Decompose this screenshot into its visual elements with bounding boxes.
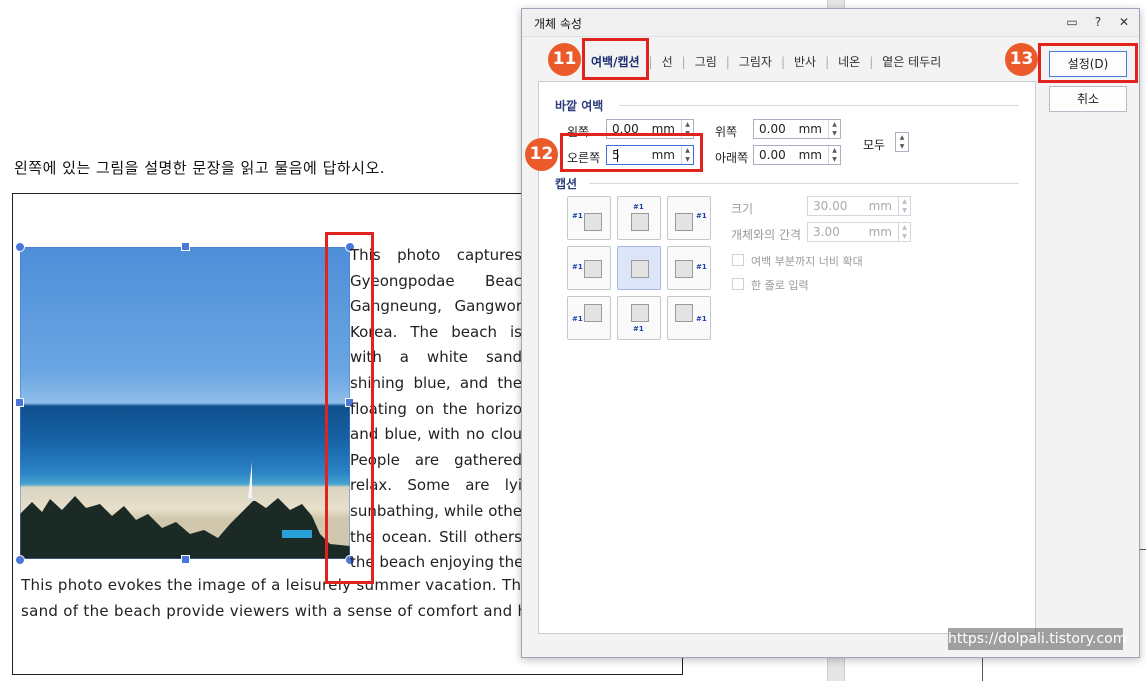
tab-neon[interactable]: 네온 xyxy=(831,53,867,70)
highlight-right-field xyxy=(560,133,703,172)
text-line: sunbathing, while othe xyxy=(350,501,522,520)
scrollbar-bottom-segment[interactable] xyxy=(827,657,845,681)
caption-heading: 캡션 xyxy=(555,177,578,191)
text-line: floating on the horizo xyxy=(350,399,522,418)
spin-arrows-icon[interactable]: ▲ ▼ xyxy=(898,223,910,241)
question-icon[interactable]: ? xyxy=(1091,14,1105,30)
tab-line[interactable]: 선 xyxy=(655,53,680,70)
caption-pos-middle-right[interactable]: #1 xyxy=(667,246,711,290)
tab-shadow[interactable]: 그림자 xyxy=(732,53,779,70)
extend-width-label: 여백 부분까지 너비 확대 xyxy=(751,255,863,268)
top-margin-spinner[interactable]: 0.00 mm ▲ ▼ xyxy=(753,119,841,139)
tab-divider: | xyxy=(825,54,830,69)
caption-gap-label: 개체와의 간격 xyxy=(731,228,802,242)
caption-pos-bottom-right[interactable]: #1 xyxy=(667,296,711,340)
caption-pos-bottom-center[interactable]: #1 xyxy=(617,296,661,340)
spin-arrows-icon[interactable]: ▲ ▼ xyxy=(898,197,910,215)
text-line: shining blue, and the xyxy=(350,373,522,392)
resize-handle-sw[interactable] xyxy=(15,555,25,565)
watermark: https://dolpali.tistory.com xyxy=(948,628,1126,650)
all-margins-spinner[interactable]: ▲ ▼ xyxy=(895,132,909,152)
text-line: This photo captures xyxy=(350,246,522,264)
top-margin-value: 0.00 xyxy=(759,122,786,136)
tab-reflection[interactable]: 반사 xyxy=(787,53,823,70)
tab-divider: | xyxy=(780,54,785,69)
caption-gap-spinner[interactable]: 3.00 mm ▲ ▼ xyxy=(807,222,911,242)
single-line-checkbox[interactable] xyxy=(732,278,744,290)
caption-gap-value: 3.00 xyxy=(813,225,840,239)
tab-soft-edge[interactable]: 옅은 테두리 xyxy=(875,53,948,70)
highlight-right-margin xyxy=(325,232,374,584)
text-line: and blue, with no clou xyxy=(350,425,522,444)
question-text: 왼쪽에 있는 그림을 설명한 문장을 읽고 물음에 답하시오. xyxy=(14,159,386,177)
object-properties-dialog: 개체 속성 ▭ ? ✕ 여백/캡션 | 선 | 그림 | 그림자 | 반사 | … xyxy=(521,8,1140,658)
text-line: Gyeongpodae Beac xyxy=(350,271,522,290)
spin-arrows-icon[interactable]: ▲ ▼ xyxy=(896,133,908,151)
caption-pos-top-left[interactable]: #1 xyxy=(567,196,611,240)
section-divider xyxy=(589,183,1019,184)
help-panel-icon[interactable]: ▭ xyxy=(1065,14,1079,30)
top-margin-label: 위쪽 xyxy=(715,125,738,139)
unit-label: mm xyxy=(798,148,822,162)
caption-position-grid: #1 #1 #1 #1 #1 #1 #1 #1 xyxy=(567,196,711,340)
caption-pos-bottom-left[interactable]: #1 xyxy=(567,296,611,340)
unit-label: mm xyxy=(798,122,822,136)
section-divider xyxy=(619,105,1019,106)
caption-pos-middle-left[interactable]: #1 xyxy=(567,246,611,290)
step-badge-13: 13 xyxy=(1005,43,1038,76)
close-icon[interactable]: ✕ xyxy=(1117,14,1131,30)
spin-arrows-icon[interactable]: ▲ ▼ xyxy=(828,146,840,164)
highlight-ok-button xyxy=(1038,43,1138,83)
extend-width-checkbox[interactable] xyxy=(732,254,744,266)
bottom-margin-value: 0.00 xyxy=(759,148,786,162)
tab-divider: | xyxy=(869,54,874,69)
text-line: with a white sand xyxy=(350,348,522,367)
unit-label: mm xyxy=(868,199,892,213)
tab-divider: | xyxy=(681,54,686,69)
resize-handle-s[interactable] xyxy=(181,555,190,564)
step-badge-12: 12 xyxy=(525,138,558,171)
bottom-margin-label: 아래쪽 xyxy=(715,151,749,165)
step-badge-11: 11 xyxy=(548,43,581,76)
caption-size-spinner[interactable]: 30.00 mm ▲ ▼ xyxy=(807,196,911,216)
resize-handle-n[interactable] xyxy=(181,242,190,251)
caption-size-label: 크기 xyxy=(731,202,754,216)
dialog-titlebar[interactable]: 개체 속성 ▭ ? ✕ xyxy=(522,9,1139,37)
caption-size-value: 30.00 xyxy=(813,199,848,213)
highlight-tab xyxy=(582,38,649,80)
all-margins-label: 모두 xyxy=(863,138,886,152)
text-line: relax. Some are lyi xyxy=(350,476,522,495)
tab-picture[interactable]: 그림 xyxy=(688,53,724,70)
single-line-label: 한 줄로 입력 xyxy=(751,279,809,292)
bottom-margin-spinner[interactable]: 0.00 mm ▲ ▼ xyxy=(753,145,841,165)
text-line: Korea. The beach is xyxy=(350,322,522,341)
wrapped-paragraph: This photo captures Gyeongpodae Beac Gan… xyxy=(350,243,522,576)
outer-margin-heading: 바깥 여백 xyxy=(555,99,604,113)
dialog-title: 개체 속성 xyxy=(534,17,582,31)
text-line: Gangneung, Gangwor xyxy=(350,297,522,316)
caption-pos-center[interactable] xyxy=(617,246,661,290)
text-line: the beach enjoying the xyxy=(350,553,522,572)
tab-divider: | xyxy=(725,54,730,69)
selection-frame xyxy=(20,247,350,559)
page-edge-line xyxy=(982,657,983,681)
cancel-button[interactable]: 취소 xyxy=(1049,86,1127,112)
text-line: the ocean. Still others xyxy=(350,527,522,546)
caption-pos-top-center[interactable]: #1 xyxy=(617,196,661,240)
text-line: People are gathered xyxy=(350,450,522,469)
resize-handle-nw[interactable] xyxy=(15,242,25,252)
spin-arrows-icon[interactable]: ▲ ▼ xyxy=(828,120,840,138)
page-edge-tick xyxy=(1140,549,1146,550)
resize-handle-w[interactable] xyxy=(15,398,24,407)
text-line: sand of the beach provide viewers with a… xyxy=(21,602,528,620)
caption-pos-top-right[interactable]: #1 xyxy=(667,196,711,240)
unit-label: mm xyxy=(868,225,892,239)
text-line: This photo evokes the image of a leisure… xyxy=(21,576,531,594)
